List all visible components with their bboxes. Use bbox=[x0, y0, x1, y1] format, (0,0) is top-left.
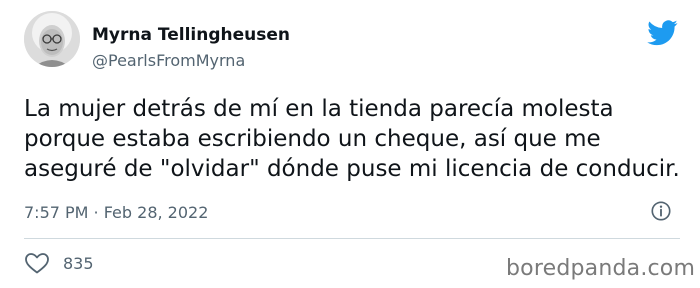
elderly-woman-avatar-icon bbox=[24, 11, 80, 67]
tweet-timestamp[interactable]: 7:57 PM · Feb 28, 2022 bbox=[24, 203, 208, 222]
avatar[interactable] bbox=[24, 11, 80, 67]
heart-icon[interactable] bbox=[24, 252, 50, 274]
tweet-text: La mujer detrás de mí en la tienda parec… bbox=[24, 94, 680, 184]
watermark: boredpanda.com bbox=[506, 256, 696, 281]
divider bbox=[24, 238, 680, 239]
tweet-text-line: La mujer detrás de mí en la tienda parec… bbox=[24, 96, 614, 122]
user-handle[interactable]: @PearlsFromMyrna bbox=[92, 51, 245, 70]
tweet-text-line: porque estaba escribiendo un cheque, así… bbox=[24, 126, 601, 152]
user-name[interactable]: Myrna Tellingheusen bbox=[92, 25, 290, 45]
tweet-card: Myrna Tellingheusen @PearlsFromMyrna La … bbox=[0, 0, 700, 288]
tweet-text-line: aseguré de "olvidar" dónde puse mi licen… bbox=[24, 156, 680, 182]
info-icon[interactable] bbox=[650, 200, 672, 222]
like-count: 835 bbox=[63, 254, 94, 273]
twitter-bird-icon[interactable] bbox=[647, 20, 678, 46]
